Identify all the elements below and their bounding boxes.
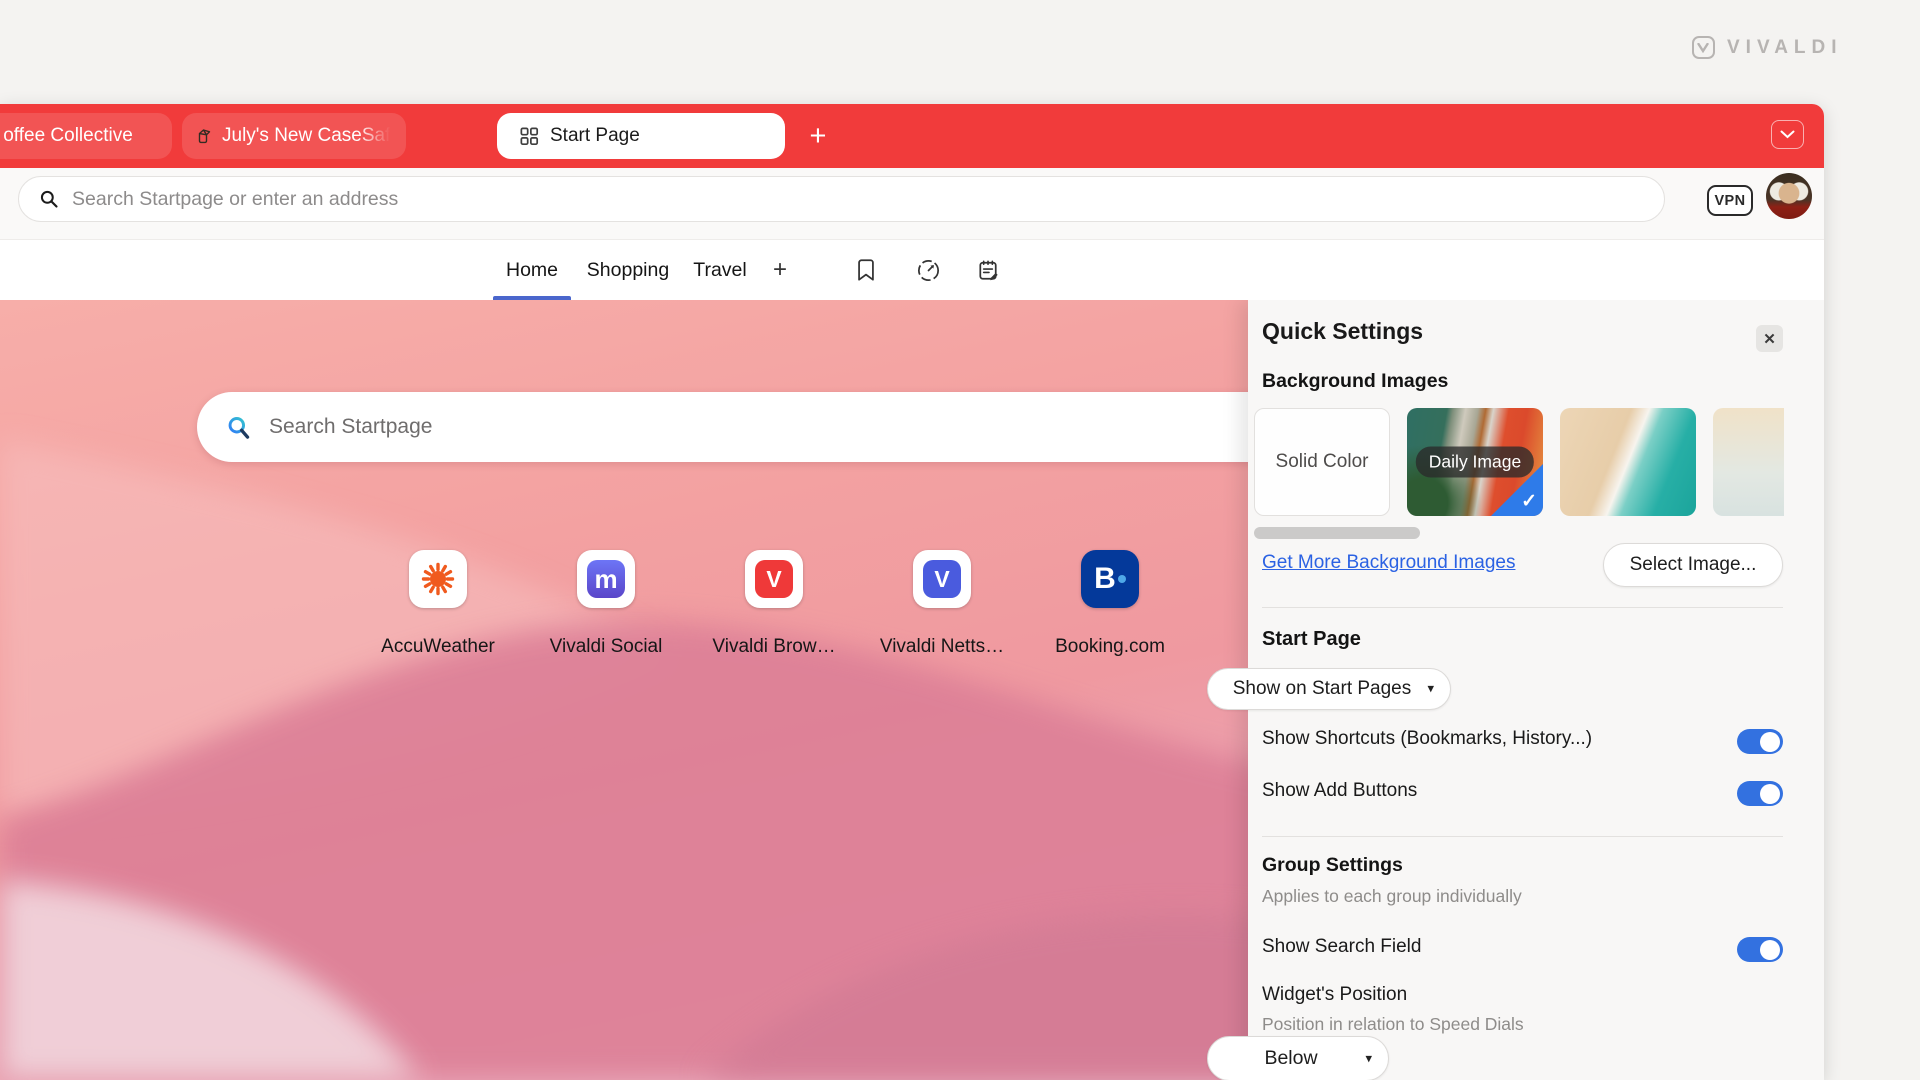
vivaldi-logo-icon: [1692, 36, 1715, 59]
thumbnails-scrollbar[interactable]: [1254, 527, 1420, 539]
desktop-background: VIVALDI offee Collective July's New Case…: [0, 0, 1920, 1080]
speed-dial-vivaldi-social[interactable]: m Vivaldi Social: [521, 550, 691, 658]
history-button[interactable]: [914, 256, 942, 284]
show-shortcuts-toggle[interactable]: [1737, 729, 1783, 754]
speed-dial-label: Vivaldi Social: [521, 636, 691, 658]
vivaldi-browser-tile: V: [745, 550, 803, 608]
tab-menu-button[interactable]: [1771, 120, 1804, 149]
background-option-beach[interactable]: [1560, 408, 1696, 516]
browser-window: offee Collective July's New CaseSafe Sui…: [0, 104, 1824, 1080]
tab-coffee-collective[interactable]: offee Collective: [0, 113, 172, 159]
check-icon: ✓: [1521, 490, 1537, 513]
background-images-heading: Background Images: [1262, 370, 1448, 393]
booking-icon: B: [1081, 550, 1139, 608]
history-icon: [915, 257, 942, 284]
background-option-daily-image[interactable]: ✓ Daily Image: [1407, 408, 1543, 516]
start-page-navigation-select[interactable]: Show on Start Pages ▾: [1207, 668, 1451, 710]
widget-position-select[interactable]: Below ▾: [1207, 1036, 1389, 1080]
tab-bar: offee Collective July's New CaseSafe Sui…: [0, 104, 1824, 168]
background-option-partial[interactable]: [1713, 408, 1784, 516]
background-option-solid-color[interactable]: Solid Color: [1254, 408, 1390, 516]
nav-tab-label: Shopping: [587, 259, 669, 282]
address-field[interactable]: [18, 176, 1665, 222]
bookmarks-button[interactable]: [852, 256, 880, 284]
speed-dial-vivaldi-browser[interactable]: V Vivaldi Brow…: [689, 550, 859, 658]
show-search-field-toggle[interactable]: [1737, 937, 1783, 962]
notes-icon: [975, 257, 1002, 284]
show-search-field-label: Show Search Field: [1262, 936, 1421, 958]
start-page-heading: Start Page: [1262, 628, 1361, 651]
booking-dot: [1118, 575, 1126, 583]
solid-color-label: Solid Color: [1276, 451, 1369, 473]
chevron-down-icon: [1780, 130, 1795, 139]
nav-tab-shopping[interactable]: Shopping: [585, 240, 671, 300]
select-value: Show on Start Pages: [1233, 678, 1412, 700]
vivaldi-watermark: VIVALDI: [1692, 36, 1843, 59]
speed-dial-label: AccuWeather: [353, 636, 523, 658]
panel-title: Quick Settings: [1262, 318, 1423, 345]
vivaldi-social-tile: m: [577, 550, 635, 608]
widget-position-label: Widget's Position: [1262, 984, 1407, 1006]
speed-dial-booking[interactable]: B Booking.com: [1025, 550, 1195, 658]
divider: [1262, 836, 1783, 837]
startpage-search-input[interactable]: [269, 415, 1307, 439]
chevron-down-icon: ▾: [1427, 680, 1434, 696]
divider: [1262, 607, 1783, 608]
vpn-button[interactable]: VPN: [1707, 185, 1753, 216]
nav-tab-home[interactable]: Home: [493, 240, 571, 300]
widget-position-caption: Position in relation to Speed Dials: [1262, 1014, 1524, 1035]
tab-label: offee Collective: [3, 125, 133, 147]
speed-dial-label: Vivaldi Netts…: [857, 636, 1027, 658]
bookmark-icon: [854, 257, 878, 283]
notes-button[interactable]: [974, 256, 1002, 284]
speed-dial-vivaldi-netts[interactable]: V Vivaldi Netts…: [857, 550, 1027, 658]
show-shortcuts-label: Show Shortcuts (Bookmarks, History...): [1262, 728, 1592, 750]
background-image-list: Solid Color ✓ Daily Image: [1254, 406, 1784, 518]
mastodon-icon: m: [587, 560, 625, 598]
speed-dial-accuweather[interactable]: AccuWeather: [353, 550, 523, 658]
group-settings-caption: Applies to each group individually: [1262, 886, 1522, 907]
tab-label: Start Page: [550, 125, 640, 147]
address-input[interactable]: [72, 188, 1664, 211]
add-nav-group-button[interactable]: +: [762, 240, 798, 300]
startpage-search-field[interactable]: [197, 392, 1307, 462]
vivaldi-netts-tile: V: [913, 550, 971, 608]
accuweather-sun-icon: [418, 559, 458, 599]
quick-settings-panel: Quick Settings ✕ Background Images Solid…: [1248, 300, 1824, 1080]
tab-start-page[interactable]: Start Page: [497, 113, 785, 159]
tab-casesafe[interactable]: July's New CaseSafe Suitc: [182, 113, 406, 159]
select-image-button[interactable]: Select Image...: [1603, 543, 1783, 587]
accuweather-tile: [409, 550, 467, 608]
start-page-content: AccuWeather m Vivaldi Social V Vivaldi B…: [0, 300, 1824, 1080]
nav-tab-travel[interactable]: Travel: [693, 240, 747, 300]
nav-tab-label: Home: [506, 259, 558, 282]
vivaldi-red-icon: V: [755, 560, 793, 598]
show-add-buttons-toggle[interactable]: [1737, 781, 1783, 806]
profile-avatar[interactable]: [1766, 173, 1812, 219]
vivaldi-blue-icon: V: [923, 560, 961, 598]
search-icon: [39, 189, 59, 209]
speed-dial-label: Booking.com: [1025, 636, 1195, 658]
nav-tab-label: Travel: [693, 259, 746, 282]
close-icon: ✕: [1763, 330, 1776, 348]
booking-monogram: B: [1094, 562, 1116, 596]
tab-label: July's New CaseSafe Suitc: [222, 125, 392, 147]
select-value: Below: [1264, 1047, 1317, 1070]
start-page-nav-bar: Home Shopping Travel +: [0, 240, 1824, 300]
daily-image-label: Daily Image: [1416, 447, 1534, 478]
speed-dial-label: Vivaldi Brow…: [689, 636, 859, 658]
vivaldi-watermark-label: VIVALDI: [1727, 37, 1843, 59]
new-tab-button[interactable]: +: [800, 118, 836, 154]
get-more-backgrounds-link[interactable]: Get More Background Images: [1262, 552, 1515, 574]
show-add-buttons-label: Show Add Buttons: [1262, 780, 1417, 802]
close-button[interactable]: ✕: [1756, 325, 1783, 352]
carton-favicon-icon: [196, 127, 213, 145]
startpage-search-icon: [225, 414, 252, 441]
speed-dial-grid-icon: [520, 127, 539, 146]
address-bar: VPN: [0, 168, 1824, 240]
chevron-down-icon: ▾: [1365, 1050, 1372, 1066]
group-settings-heading: Group Settings: [1262, 854, 1403, 877]
